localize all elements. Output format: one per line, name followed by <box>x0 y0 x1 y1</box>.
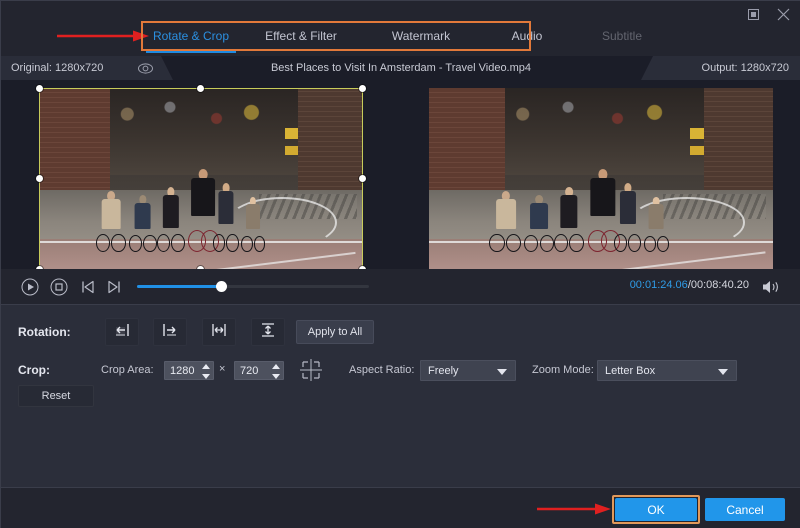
flip-vertical-icon <box>260 322 276 343</box>
volume-icon[interactable] <box>761 278 781 296</box>
rotation-label: Rotation: <box>18 325 71 339</box>
crop-grid-icon[interactable] <box>297 356 325 384</box>
window-controls <box>743 4 793 24</box>
zoom-mode-select[interactable]: Letter Box <box>597 360 737 381</box>
ok-button[interactable]: OK <box>615 498 697 521</box>
zoom-mode-value: Letter Box <box>605 361 655 382</box>
annotation-arrow-tabs <box>57 30 149 42</box>
video-editor-window: Rotate & Crop Effect & Filter Watermark … <box>0 0 800 528</box>
annotation-arrow-ok <box>537 503 611 515</box>
flip-horizontal-button[interactable] <box>202 318 236 346</box>
aspect-ratio-label: Aspect Ratio: <box>349 364 414 376</box>
source-preview-pane <box>1 80 401 269</box>
output-video-frame[interactable] <box>429 88 773 270</box>
seek-knob[interactable] <box>216 281 227 292</box>
output-preview-pane <box>401 80 800 269</box>
restore-icon[interactable] <box>743 4 763 24</box>
rotate-right-button[interactable] <box>153 318 187 346</box>
crop-label: Crop: <box>18 363 50 377</box>
crop-height-arrows[interactable] <box>271 364 280 379</box>
editor-tabs: Rotate & Crop Effect & Filter Watermark … <box>141 22 671 50</box>
flip-horizontal-icon <box>211 322 227 343</box>
preview-area <box>1 80 800 269</box>
play-icon[interactable] <box>21 278 39 296</box>
previous-frame-icon[interactable] <box>79 278 97 296</box>
stop-icon[interactable] <box>50 278 68 296</box>
crop-width-value: 1280 <box>170 362 194 381</box>
crop-dimension-separator: × <box>219 363 225 375</box>
current-time: 00:01:24.06 <box>630 279 688 291</box>
seek-fill <box>137 285 221 288</box>
chevron-down-icon <box>497 369 507 375</box>
zoom-mode-label: Zoom Mode: <box>532 364 594 376</box>
chevron-down-icon <box>718 369 728 375</box>
eye-icon[interactable] <box>137 60 154 77</box>
crop-height-value: 720 <box>240 362 258 381</box>
timecode-display: 00:01:24.06/00:08:40.20 <box>630 279 749 291</box>
tab-rotate-crop[interactable]: Rotate & Crop <box>141 22 241 50</box>
aspect-ratio-value: Freely <box>428 361 459 382</box>
crop-width-arrows[interactable] <box>201 364 210 379</box>
tab-subtitle[interactable]: Subtitle <box>573 22 671 50</box>
crop-height-stepper[interactable]: 720 <box>234 361 284 380</box>
output-resolution-tag: Output: 1280x720 <box>641 56 800 80</box>
rotate-right-icon <box>162 322 178 343</box>
output-resolution-label: Output: 1280x720 <box>702 62 789 74</box>
preview-info-bar: Best Places to Visit In Amsterdam - Trav… <box>1 56 800 80</box>
crop-width-stepper[interactable]: 1280 <box>164 361 214 380</box>
rotate-left-icon <box>114 322 130 343</box>
cancel-button[interactable]: Cancel <box>705 498 785 521</box>
rotate-left-button[interactable] <box>105 318 139 346</box>
tab-audio[interactable]: Audio <box>481 22 573 50</box>
tab-effect-filter[interactable]: Effect & Filter <box>241 22 361 50</box>
apply-to-all-button[interactable]: Apply to All <box>296 320 374 344</box>
crop-area-label: Crop Area: <box>101 364 154 376</box>
title-bar: Rotate & Crop Effect & Filter Watermark … <box>1 1 800 56</box>
total-time: 00:08:40.20 <box>691 279 749 291</box>
video-scene-source <box>39 88 363 270</box>
cyclists-group-output <box>477 154 690 252</box>
playback-bar: 00:01:24.06/00:08:40.20 <box>1 269 800 304</box>
cyclists-group <box>84 154 285 252</box>
original-resolution-label: Original: 1280x720 <box>11 62 103 74</box>
next-frame-icon[interactable] <box>105 278 123 296</box>
flip-vertical-button[interactable] <box>251 318 285 346</box>
reset-button[interactable]: Reset <box>18 385 94 407</box>
seek-slider[interactable] <box>137 285 369 289</box>
source-video-frame[interactable] <box>39 88 363 270</box>
close-icon[interactable] <box>773 4 793 24</box>
tab-watermark[interactable]: Watermark <box>361 22 481 50</box>
active-tab-indicator <box>146 50 236 53</box>
aspect-ratio-select[interactable]: Freely <box>420 360 516 381</box>
video-scene-output <box>429 88 773 270</box>
